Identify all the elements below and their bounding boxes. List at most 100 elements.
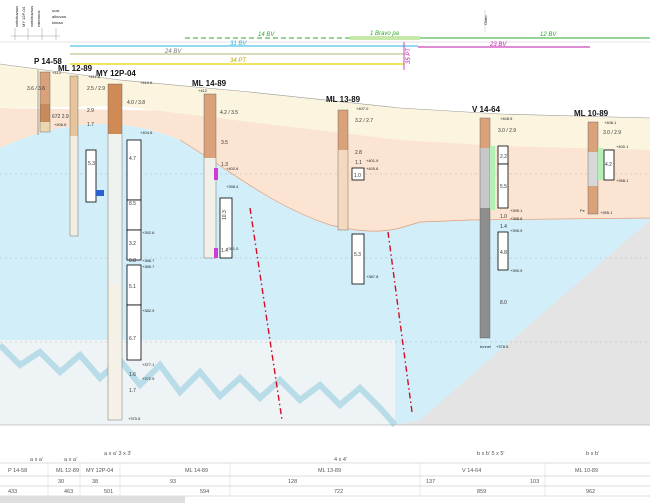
svg-text:+398.4: +398.4 (226, 184, 239, 189)
footer-distance: 38 (92, 479, 98, 485)
layer-text: 6.7 (129, 336, 136, 342)
footer-distance: 128 (288, 479, 297, 485)
layer-text: 3.0 / 2.9 (498, 128, 516, 134)
legend-text-7: kimaa (52, 20, 63, 25)
span-label-s1: 14 BV (258, 32, 275, 38)
section-label: b x b' (586, 451, 599, 457)
span-label-s5: 23 BV (489, 42, 507, 48)
layer-text: 672 2.9 (52, 114, 69, 120)
layer-text: 10.3 (222, 210, 228, 220)
svg-text:+370.6: +370.6 (128, 416, 141, 421)
svg-text:+395.9: +395.9 (510, 228, 523, 233)
top-tag: Olato (483, 15, 488, 25)
layer-text: 4.8 (500, 250, 507, 256)
lower-texture-zone (0, 340, 395, 425)
layer-text: 1.7 (129, 388, 136, 394)
layer-text: 4.2 (605, 162, 612, 168)
svg-text:+404.8: +404.8 (140, 130, 153, 135)
section-label: a x a' (64, 457, 77, 463)
section-label: a x a' 3 x 3' (104, 451, 131, 457)
legend-text-5: uusi (52, 8, 59, 13)
footer-id: ML 13-89 (318, 468, 341, 474)
borehole-label: V 14-64 (472, 105, 501, 114)
footer-id: ML 10-89 (575, 468, 598, 474)
layer-text: 3.5 (221, 140, 228, 146)
layer-text: 2.8 (355, 150, 362, 156)
svg-text:+372.5: +372.5 (142, 376, 155, 381)
layer-text: 1.1 (355, 160, 362, 166)
svg-text:+398.1: +398.1 (616, 178, 629, 183)
legend-text-4: rakennus (36, 11, 41, 27)
legend-text-2: MY 12P-04 (21, 6, 26, 27)
geological-section-diagram: voitokuvaus MY 12P-04 voitokuvaus rakenn… (0, 0, 650, 503)
svg-text:+402.6: +402.6 (226, 166, 239, 171)
svg-text:+387.8: +387.8 (366, 274, 379, 279)
section-label: 4 x 4' (334, 457, 347, 463)
layer-text: 8.5 (129, 201, 136, 207)
footer-id: P 14-58 (8, 468, 27, 474)
top-elev: +407.0 (356, 106, 369, 111)
svg-text:+385.7: +385.7 (142, 264, 155, 269)
layer-text: 1.0 (354, 173, 361, 179)
borehole-label: MY 12P-04 (96, 69, 136, 78)
legend-text-6: alkuvaa (52, 14, 67, 19)
footer-station: 722 (334, 489, 343, 495)
top-elev: +412 (198, 88, 208, 93)
top-elev: +408.5 (500, 116, 513, 121)
borehole-label: ML 10-89 (574, 109, 609, 118)
top-elev: +410.6 (140, 80, 153, 85)
layer-text: 5.1 (129, 284, 136, 290)
section-label: a x a' (30, 457, 43, 463)
layer-text: 3.2 / 2.7 (355, 118, 373, 124)
footer-station: 859 (477, 489, 486, 495)
footer-station: 501 (104, 489, 113, 495)
span-label-s6: 24 BV (164, 49, 182, 55)
layer-text: tunnel (480, 344, 491, 349)
layer-text: 2.2 (500, 154, 507, 160)
top-elev: +408.1 (604, 120, 617, 125)
layer-text: 3.2 (129, 241, 136, 247)
footer-station: 594 (200, 489, 209, 495)
svg-text:+390.9: +390.9 (510, 268, 523, 273)
span-label-s8: 35 PT (406, 47, 412, 64)
footer-id: ML 14-89 (185, 468, 208, 474)
span-label-s3: 12 BV (540, 32, 557, 38)
legend-text-3: voitokuvaus (29, 6, 34, 27)
footer-distance: 30 (58, 479, 64, 485)
layer-text: 3.0 / 2.9 (603, 130, 621, 136)
span-label-s7: 34 PT (230, 58, 247, 64)
footer-distance: 137 (426, 479, 435, 485)
layer-text: 5.3 (354, 252, 361, 258)
footer-id: MY 12P-04 (86, 468, 113, 474)
svg-text:+391.0: +391.0 (226, 246, 239, 251)
footer-id: V 14-64 (462, 468, 481, 474)
footer-station: 463 (64, 489, 73, 495)
span-label-s2: 1 Bravo pa (370, 31, 400, 37)
section-label: b x b' 5 x 5' (477, 451, 504, 457)
footer-station: 433 (8, 489, 17, 495)
borehole-label: ML 12-89 (58, 64, 93, 73)
layer-text: 8.0 (500, 300, 507, 306)
borehole-label: ML 13-89 (326, 95, 361, 104)
layer-text: 2.9 (87, 108, 94, 114)
svg-text:+392.6: +392.6 (142, 230, 155, 235)
legend-text-1: voitokuvaus (14, 6, 19, 27)
svg-text:+378.5: +378.5 (496, 344, 509, 349)
borehole-label: ML 14-89 (192, 79, 227, 88)
layer-text: 4.7 (129, 156, 136, 162)
footer-distance: 93 (170, 479, 176, 485)
svg-text:+388.7: +388.7 (142, 258, 155, 263)
layer-text: 4.0 / 3.8 (127, 100, 145, 106)
svg-text:+382.9: +382.9 (142, 308, 155, 313)
footer-station: 962 (586, 489, 595, 495)
layer-text: 5.3 (88, 161, 95, 167)
svg-text:+400.1: +400.1 (616, 144, 629, 149)
layer-text: 3.6 / 3.6 (27, 86, 45, 92)
layer-text: 1.4 (500, 224, 507, 230)
layer-text: 5.5 (500, 184, 507, 190)
layer-text: 1.0 (500, 214, 507, 220)
svg-text:+395.1: +395.1 (600, 210, 613, 215)
footer-id: ML 12-89 (56, 468, 79, 474)
layer-text: 1.7 (87, 122, 94, 128)
layer-text: Fe (580, 208, 585, 213)
